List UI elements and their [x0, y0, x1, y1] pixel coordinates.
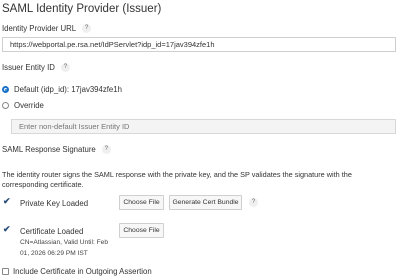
- private-key-choose-file-button[interactable]: Choose File: [119, 195, 164, 210]
- private-key-status: Private Key Loaded: [20, 199, 89, 208]
- certificate-choose-file-button[interactable]: Choose File: [119, 223, 164, 238]
- check-icon: ✔: [3, 224, 11, 234]
- help-icon[interactable]: ?: [249, 198, 258, 207]
- override-radio[interactable]: [2, 102, 9, 109]
- default-radio-label: Default (idp_id): 17jav394zfe1h: [14, 85, 122, 94]
- page-title: SAML Identity Provider (Issuer): [2, 3, 162, 15]
- saml-signature-description: The identity router signs the SAML respo…: [2, 170, 352, 189]
- idp-url-label: Identity Provider URL?: [2, 24, 92, 34]
- include-certificate-label: Include Certificate in Outgoing Assertio…: [13, 267, 152, 276]
- help-icon[interactable]: ?: [60, 63, 70, 73]
- help-icon[interactable]: ?: [101, 145, 111, 155]
- issuer-entity-label: Issuer Entity ID?: [2, 63, 70, 73]
- saml-signature-label-text: SAML Response Signature: [2, 145, 96, 154]
- certificate-details-line1: CN=Atlassian, Valid Until: Feb: [20, 239, 109, 246]
- help-icon[interactable]: ?: [82, 24, 92, 34]
- issuer-entity-label-text: Issuer Entity ID: [2, 63, 55, 72]
- idp-url-label-text: Identity Provider URL: [2, 24, 77, 33]
- override-radio-label: Override: [14, 101, 44, 110]
- check-icon: ✔: [3, 196, 11, 206]
- certificate-details-line2: 01, 2026 06:29 PM IST: [20, 250, 88, 257]
- idp-url-field[interactable]: [2, 37, 396, 52]
- certificate-status: Certificate Loaded: [20, 227, 84, 236]
- issuer-entity-override-field[interactable]: [11, 119, 396, 134]
- saml-signature-label: SAML Response Signature?: [2, 145, 111, 155]
- generate-cert-bundle-button[interactable]: Generate Cert Bundle: [169, 195, 242, 210]
- default-radio[interactable]: [2, 86, 9, 93]
- include-certificate-checkbox[interactable]: [2, 268, 9, 275]
